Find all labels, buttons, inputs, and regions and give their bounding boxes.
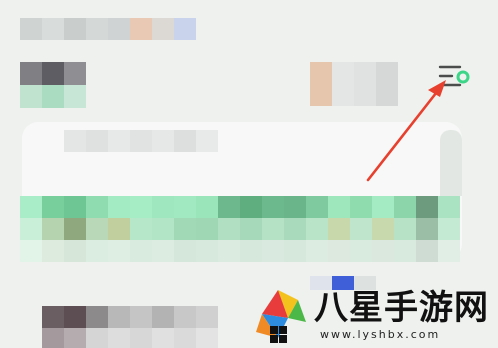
watermark-title: 八星手游网: [314, 288, 489, 328]
colorful-leaf-logo-icon: [256, 290, 306, 343]
watermark-url: www.lyshbx.com: [320, 328, 441, 341]
watermark: 八星手游网 www.lyshbx.com: [246, 284, 498, 348]
